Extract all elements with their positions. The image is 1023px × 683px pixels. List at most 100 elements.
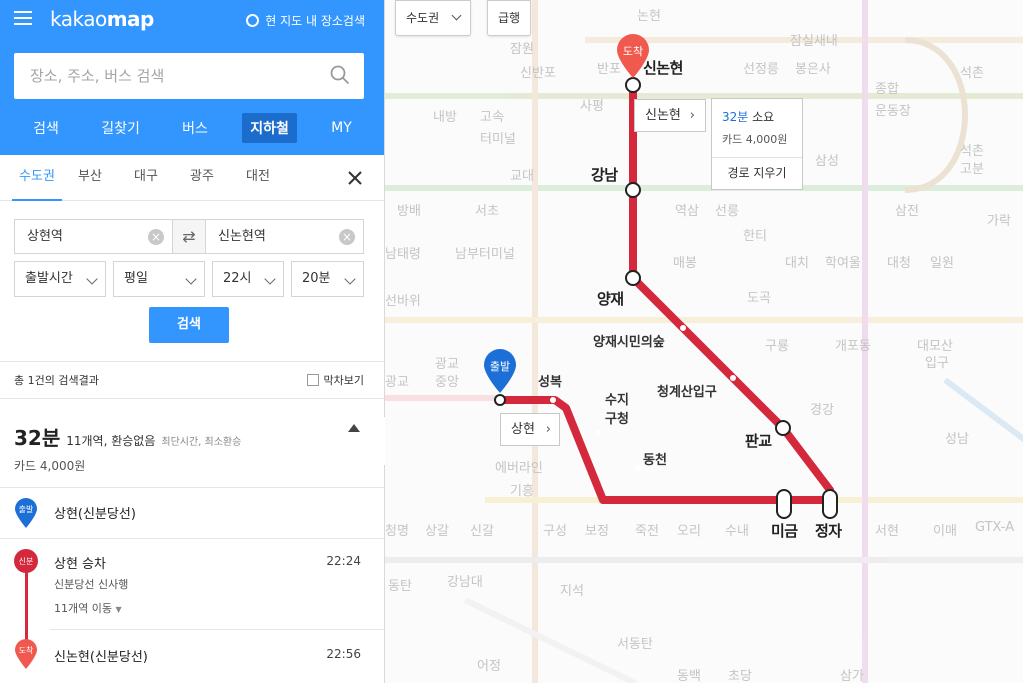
chevron-down-icon	[344, 273, 356, 285]
label-dongcheon: 동천	[643, 453, 667, 468]
station-yangjae-forest[interactable]	[680, 325, 686, 331]
bg-station-label: 입구	[925, 356, 949, 371]
kakaomap-logo[interactable]: kakaomap	[50, 7, 154, 31]
station-dongcheon[interactable]	[635, 465, 641, 471]
bg-station-label: 보정	[585, 524, 609, 539]
route-search-button[interactable]: 검색	[149, 307, 229, 343]
station-yangjae[interactable]	[625, 270, 641, 286]
bg-station-label: 선바위	[385, 294, 421, 309]
checkbox-icon	[306, 374, 319, 386]
bg-station-label: 삼가	[840, 669, 864, 683]
destination-pin-label: 도착	[623, 45, 643, 58]
station-cheonggyesan[interactable]	[730, 375, 736, 381]
tab-directions[interactable]: 길찾기	[93, 113, 148, 143]
search-icon[interactable]	[330, 65, 350, 85]
station-sanghyeon[interactable]	[494, 394, 506, 406]
hour-select[interactable]: 22시	[212, 261, 284, 297]
label-cheonggyesan: 청계산입구	[657, 385, 717, 400]
result-count: 총 1건의 검색결과	[14, 374, 99, 387]
step-board[interactable]: 신분 상현 승차 22:24 신분당선 신사행 11개역 이동 ▼	[0, 539, 384, 659]
station-migeum[interactable]	[776, 489, 792, 519]
bg-station-label: 남태령	[385, 247, 421, 262]
time-type-select[interactable]: 출발시간	[14, 261, 106, 297]
map-region-value: 수도권	[406, 11, 440, 25]
tab-bus[interactable]: 버스	[174, 113, 216, 143]
hour-value: 22시	[223, 271, 252, 286]
minute-value: 20분	[302, 271, 331, 286]
tab-subway[interactable]: 지하철	[242, 113, 297, 143]
region-tabs: 수도권 부산 대구 광주 대전	[0, 155, 384, 201]
arrive-time: 22:56	[326, 647, 361, 661]
destination-field[interactable]: 신논현역 ×	[206, 220, 363, 253]
bg-station-label: 운동장	[875, 104, 911, 119]
bg-station-label: 반포	[597, 62, 621, 77]
destination-popup-button[interactable]: 신논현 ›	[634, 99, 706, 132]
station-seongbok[interactable]	[550, 397, 556, 403]
stops-toggle[interactable]: 11개역 이동 ▼	[54, 600, 122, 616]
bg-station-label: 광교	[385, 375, 409, 390]
origin-popup-button[interactable]: 상현 ›	[500, 413, 560, 446]
tab-search[interactable]: 검색	[25, 113, 67, 143]
station-gangnam[interactable]	[625, 182, 641, 198]
bg-station-label: 초당	[728, 669, 752, 683]
label-sinnonhyeon: 신논현	[643, 59, 683, 77]
nearby-search-label: 현 지도 내 장소검색	[265, 14, 365, 28]
clear-route-button[interactable]: 경로 지우기	[712, 157, 802, 181]
express-button[interactable]: 급행	[487, 0, 532, 36]
route-fare: 카드 4,000원	[14, 459, 86, 473]
last-train-checkbox[interactable]: 막차보기	[306, 372, 364, 388]
bg-station-label: 에버라인	[495, 461, 543, 476]
station-pangyo[interactable]	[775, 420, 791, 436]
popup-duration-suffix: 소요	[752, 110, 775, 124]
line-badge-icon: 신분	[14, 549, 38, 573]
nearby-search-toggle[interactable]: 현 지도 내 장소검색	[246, 12, 365, 29]
time-options: 출발시간 평일 22시 20분	[14, 261, 364, 297]
region-tab-gwangju[interactable]: 광주	[174, 155, 230, 201]
day-type-select[interactable]: 평일	[113, 261, 205, 297]
station-sinnonhyeon[interactable]	[625, 77, 641, 93]
label-yangjae-forest: 양재시민의숲	[593, 335, 665, 350]
route-inputs: 상현역 × ⇄ 신논현역 ×	[14, 219, 364, 254]
clear-destination-icon[interactable]: ×	[339, 229, 355, 245]
swap-route-icon[interactable]: ⇄	[172, 220, 206, 253]
region-tab-busan[interactable]: 부산	[62, 155, 118, 201]
close-icon[interactable]	[347, 170, 363, 186]
label-migeum: 미금	[771, 522, 798, 540]
bg-station-label: 한티	[743, 229, 767, 244]
label-gangnam: 강남	[591, 166, 618, 184]
bg-station-label: 신갈	[470, 524, 494, 539]
search-input[interactable]	[14, 53, 314, 99]
region-tab-daegu[interactable]: 대구	[118, 155, 174, 201]
origin-value: 상현역	[27, 229, 63, 244]
chevron-down-icon	[185, 273, 197, 285]
bg-station-label: 기흥	[510, 484, 534, 499]
bg-line-curve	[904, 37, 968, 193]
label-suji-line2: 구청	[605, 412, 629, 427]
region-tab-daejeon[interactable]: 대전	[230, 155, 286, 201]
region-tab-capital[interactable]: 수도권	[12, 155, 62, 201]
step-start[interactable]: 출발 상현(신분당선)	[0, 488, 384, 538]
bg-station-label: 경강	[810, 403, 834, 418]
side-panel: kakaomap 현 지도 내 장소검색 검색 길찾기 버스 지하철 MY 수도…	[0, 0, 385, 683]
chevron-down-icon	[264, 273, 276, 285]
start-pin-icon: 출발	[15, 498, 37, 528]
stops-count: 11개역 이동	[54, 602, 112, 615]
tab-my[interactable]: MY	[323, 115, 360, 141]
origin-pin[interactable]: 출발	[484, 349, 516, 393]
collapse-icon[interactable]	[348, 424, 360, 432]
station-suji[interactable]	[595, 430, 601, 436]
bg-station-label: 구성	[543, 524, 567, 539]
bg-station-label: 오리	[677, 524, 701, 539]
bg-station-label: 서초	[475, 204, 499, 219]
menu-icon[interactable]	[14, 11, 32, 25]
bg-station-label: 상갈	[425, 524, 449, 539]
map-region-select[interactable]: 수도권	[395, 0, 472, 36]
bg-station-label: 고속	[480, 110, 504, 125]
step-arrive[interactable]: 도착 신논현(신분당선) 22:56	[0, 630, 384, 683]
clear-origin-icon[interactable]: ×	[148, 229, 164, 245]
subway-map[interactable]: 도착 출발 논현 잠원 신반포 반포 사평 선정릉 봉은사 잠실새내 종합 운동장 석촌 내방 고속 터미…	[385, 0, 1023, 683]
minute-select[interactable]: 20분	[291, 261, 364, 297]
route-summary[interactable]: 32분 11개역, 환승없음 최단시간, 최소환승 카드 4,000원	[14, 422, 241, 474]
station-jeongja[interactable]	[822, 489, 838, 519]
origin-field[interactable]: 상현역 ×	[15, 220, 172, 253]
